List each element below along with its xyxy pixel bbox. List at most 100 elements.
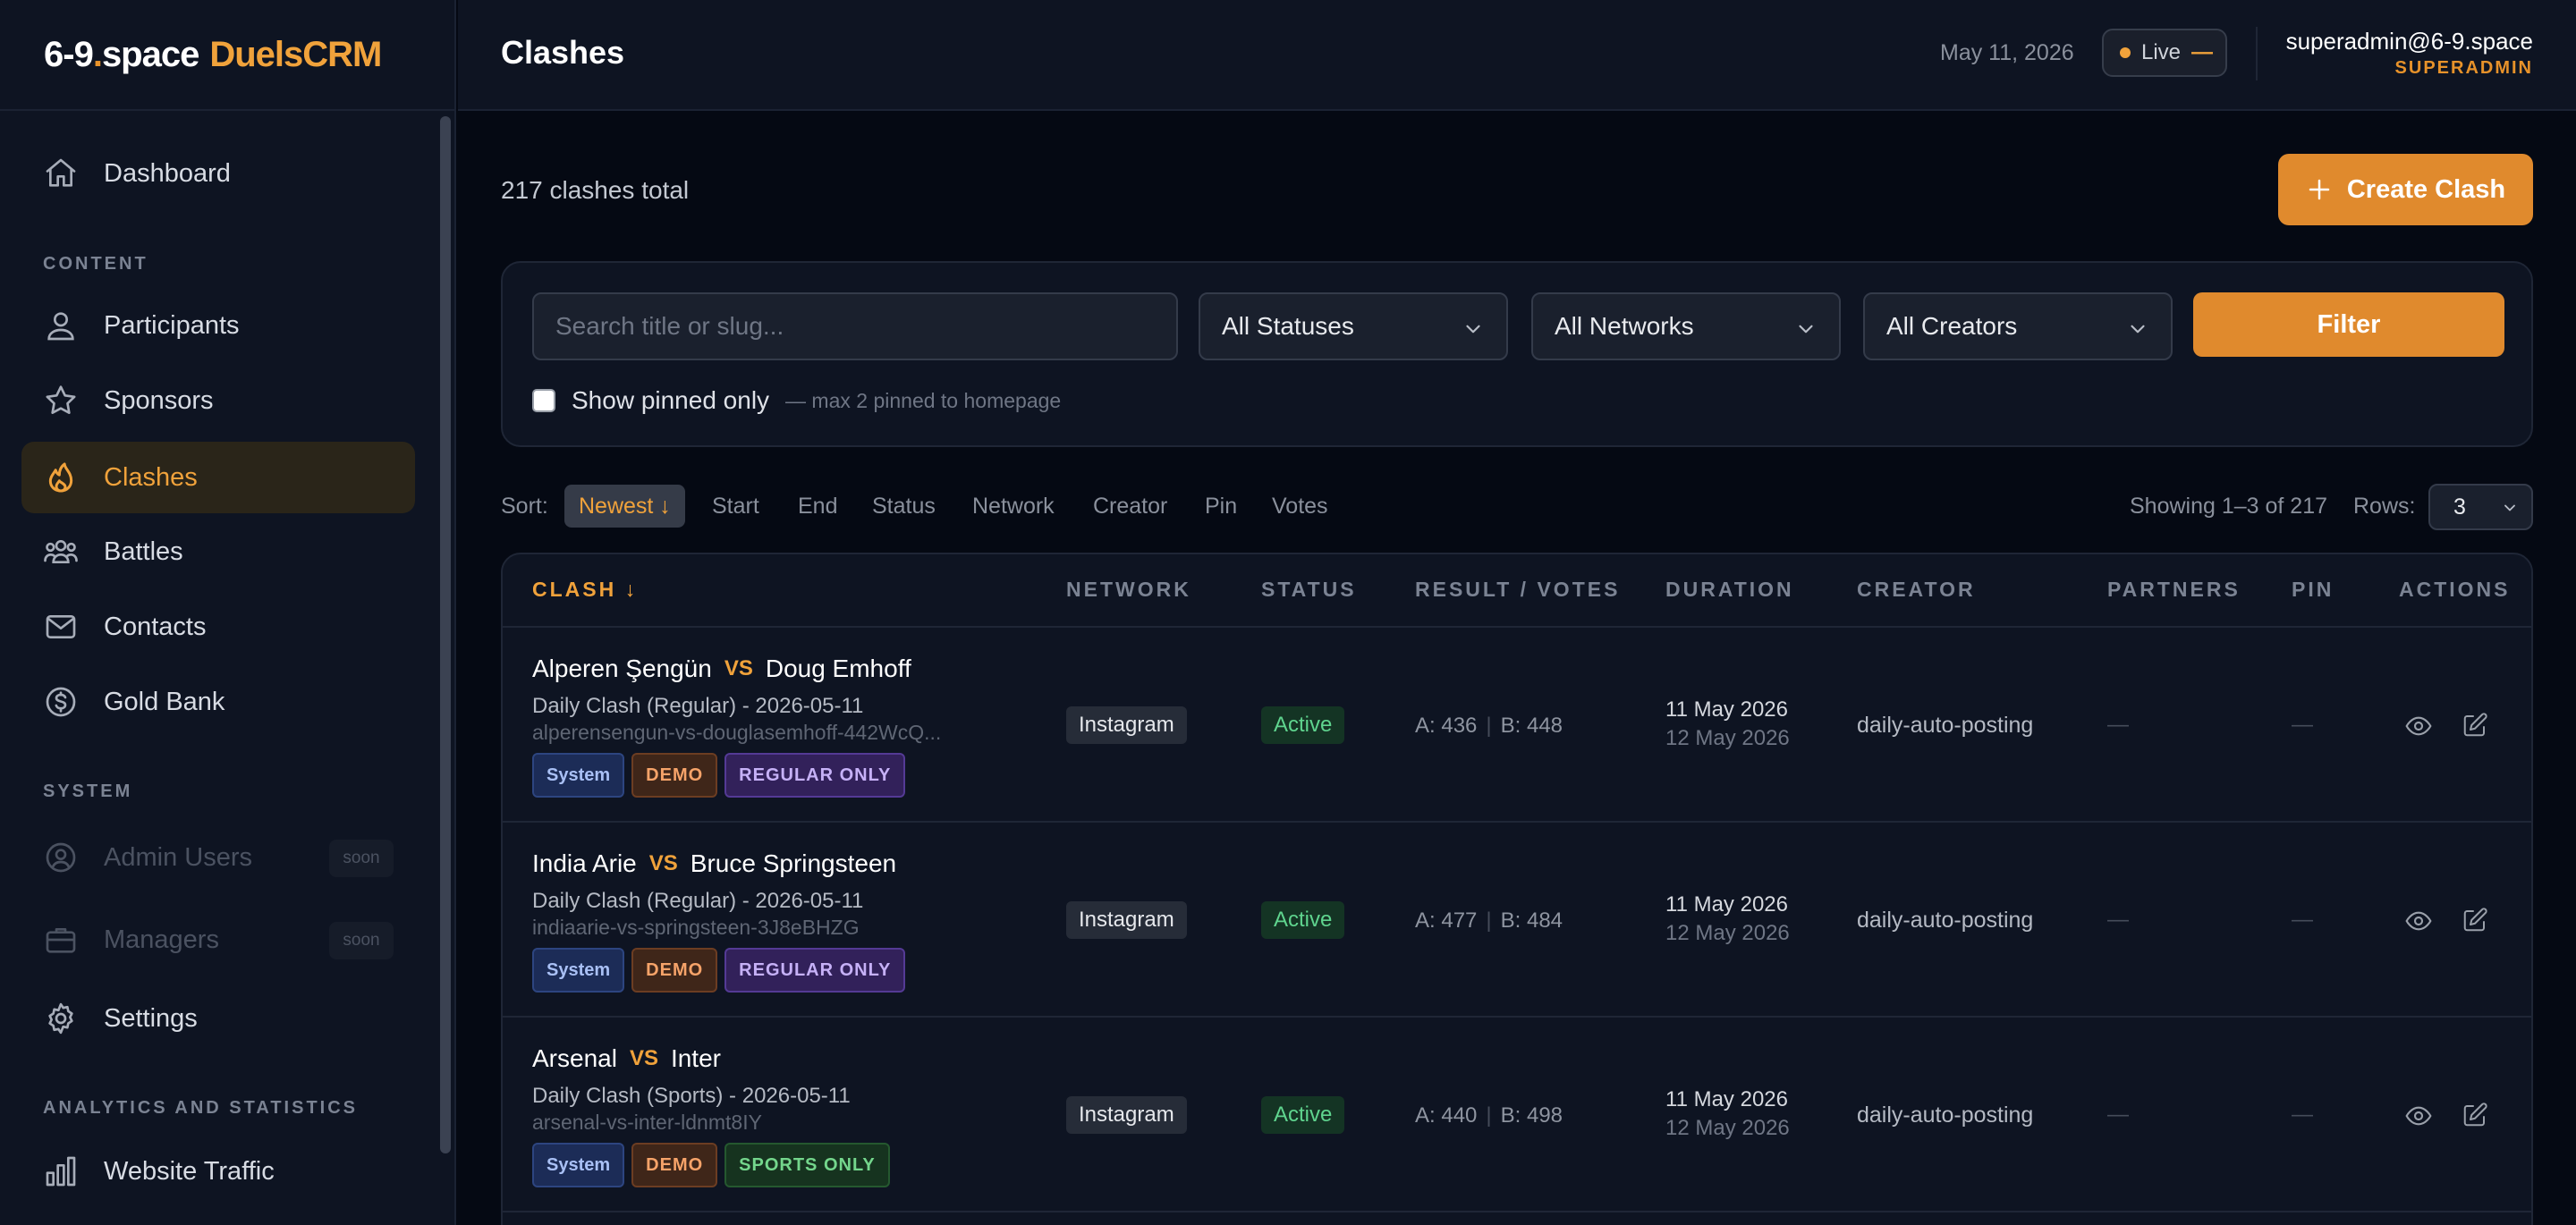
partners-value: — <box>2107 908 2129 932</box>
creator-name: daily-auto-posting <box>1857 1102 2034 1128</box>
clash-count: 217 clashes total <box>501 176 690 204</box>
creator-select-value: All Creators <box>1886 312 2018 340</box>
contender-b: Bruce Springsteen <box>690 849 897 877</box>
tag-category: SPORTS ONLY <box>724 1143 890 1187</box>
chevron-down-icon <box>2131 325 2145 334</box>
clash-subtitle: Daily Clash (Regular) - 2026-05-11 <box>532 889 864 913</box>
sort-network[interactable]: Network <box>972 494 1055 520</box>
end-date: 12 May 2026 <box>1665 1116 1790 1140</box>
sidebar-item-label: Battles <box>104 536 183 566</box>
clash-slug: indiaarie-vs-springsteen-3J8eBHZG <box>532 916 860 939</box>
vs-label: VS <box>724 656 753 680</box>
bar-chart-icon <box>46 1156 76 1187</box>
column-header-result: RESULT / VOTES <box>1415 578 1621 601</box>
column-header-duration: DURATION <box>1665 578 1794 601</box>
sort-creator[interactable]: Creator <box>1093 494 1167 520</box>
eye-icon[interactable] <box>2404 712 2433 740</box>
live-label: Live <box>2141 40 2182 64</box>
clash-subtitle: Daily Clash (Regular) - 2026-05-11 <box>532 694 864 718</box>
edit-icon[interactable] <box>2462 712 2488 739</box>
filter-button[interactable]: Filter <box>2193 292 2504 357</box>
end-date: 12 May 2026 <box>1665 726 1790 750</box>
column-header-clash[interactable]: CLASH ↓ <box>532 578 638 602</box>
section-analytics: ANALYTICS AND STATISTICS <box>43 1098 359 1118</box>
pinned-label[interactable]: Show pinned only <box>572 386 769 415</box>
pin-value: — <box>2292 713 2313 737</box>
network-badge: Instagram <box>1066 706 1187 744</box>
sort-end[interactable]: End <box>798 494 837 520</box>
sort-newest[interactable]: Newest ↓ <box>564 485 685 528</box>
live-dot-icon <box>2120 47 2131 58</box>
tag-demo: DEMO <box>631 753 718 798</box>
sort-start[interactable]: Start <box>712 494 759 520</box>
sort-label: Sort: <box>501 494 548 519</box>
sort-votes[interactable]: Votes <box>1272 494 1328 520</box>
rows-per-page-value: 3 <box>2453 494 2466 520</box>
votes-separator: | <box>1486 1103 1492 1128</box>
status-badge: Active <box>1261 706 1345 744</box>
rows-per-page-select[interactable]: 3 <box>2428 484 2533 530</box>
column-header-actions: ACTIONS <box>2399 578 2511 601</box>
creator-select[interactable]: All Creators <box>1863 292 2173 360</box>
home-icon <box>46 158 76 187</box>
network-select[interactable]: All Networks <box>1531 292 1841 360</box>
table-row: Alperen Şengün VS Doug Emhoff Daily Clas… <box>503 628 2531 823</box>
sidebar-item-dashboard[interactable]: Dashboard <box>21 138 415 209</box>
column-header-creator: CREATOR <box>1857 578 1976 601</box>
partners-value: — <box>2107 713 2129 737</box>
pinned-checkbox[interactable] <box>532 389 555 412</box>
votes-separator: | <box>1486 908 1492 933</box>
contender-a: Alperen Şengün <box>532 655 712 682</box>
sort-pin[interactable]: Pin <box>1205 494 1237 520</box>
clash-title[interactable]: Alperen Şengün VS Doug Emhoff <box>532 655 911 683</box>
vote-results: A: 477 | B: 484 <box>1415 908 1563 934</box>
sidebar-item-clashes[interactable]: Clashes <box>21 442 415 513</box>
edit-icon[interactable] <box>2462 1102 2488 1128</box>
search-input[interactable] <box>532 292 1178 360</box>
dollar-icon <box>46 687 76 717</box>
clash-slug: arsenal-vs-inter-ldnmt8IY <box>532 1111 762 1134</box>
tag-category: REGULAR ONLY <box>724 948 906 993</box>
votes-a: A: 440 <box>1415 1103 1478 1128</box>
soon-badge: soon <box>329 840 394 877</box>
sidebar-item-participants[interactable]: Participants <box>21 290 415 361</box>
eye-icon[interactable] <box>2404 1102 2433 1130</box>
header-divider <box>2256 27 2258 80</box>
user-circle-icon <box>46 842 76 873</box>
user-icon <box>47 312 74 341</box>
tag-demo: DEMO <box>631 948 718 993</box>
live-indicator[interactable]: Live — <box>2102 29 2227 77</box>
status-select-value: All Statuses <box>1222 312 1354 340</box>
header-date: May 11, 2026 <box>1940 40 2074 65</box>
user-email[interactable]: superadmin@6-9.space <box>2286 28 2533 55</box>
sidebar-item-contacts[interactable]: Contacts <box>21 591 415 663</box>
tag-list: System DEMO SPORTS ONLY <box>532 1143 890 1187</box>
sidebar-item-sponsors[interactable]: Sponsors <box>21 365 415 436</box>
partners-value: — <box>2107 1102 2129 1127</box>
sidebar-item-label: Sponsors <box>104 385 214 415</box>
pagination-summary: Showing 1–3 of 217 <box>2130 494 2328 519</box>
table-row: Arsenal VS Inter Daily Clash (Sports) - … <box>503 1018 2531 1212</box>
sidebar-item-settings[interactable]: Settings <box>21 983 415 1054</box>
status-badge: Active <box>1261 1096 1345 1134</box>
brand-dot: . <box>92 34 103 74</box>
create-clash-button[interactable]: Create Clash <box>2278 154 2533 225</box>
votes-b: B: 484 <box>1500 908 1563 933</box>
sidebar-item-website-traffic[interactable]: Website Traffic <box>21 1136 415 1207</box>
clash-title[interactable]: Arsenal VS Inter <box>532 1044 721 1073</box>
clash-title[interactable]: India Arie VS Bruce Springsteen <box>532 849 896 878</box>
pin-value: — <box>2292 908 2313 932</box>
column-header-pin: PIN <box>2292 578 2334 601</box>
status-select[interactable]: All Statuses <box>1199 292 1508 360</box>
eye-icon[interactable] <box>2404 907 2433 935</box>
sidebar-item-managers: Managers soon <box>21 904 415 976</box>
tag-system: System <box>532 948 625 993</box>
sidebar-scrollbar[interactable] <box>440 116 451 1153</box>
brand-logo[interactable]: 6-9. space DuelsCRM <box>0 0 454 111</box>
sidebar-item-battles[interactable]: Battles <box>21 516 415 587</box>
edit-icon[interactable] <box>2462 907 2488 934</box>
live-dash: — <box>2191 40 2214 64</box>
vote-results: A: 440 | B: 498 <box>1415 1103 1563 1128</box>
sidebar-item-gold-bank[interactable]: Gold Bank <box>21 666 415 738</box>
sort-status[interactable]: Status <box>872 494 936 520</box>
